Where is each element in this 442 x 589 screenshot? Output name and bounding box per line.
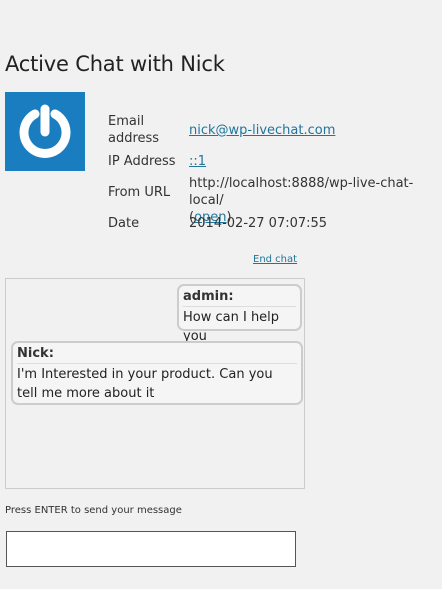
message-sender: Nick: [17, 343, 297, 364]
ip-link[interactable]: ::1 [189, 153, 206, 170]
chat-message-visitor: Nick: I'm Interested in your product. Ca… [11, 341, 303, 405]
message-sender: admin: [183, 286, 296, 307]
email-label: Email address [108, 114, 160, 146]
avatar [5, 92, 85, 171]
power-icon [19, 104, 71, 158]
url-text: http://localhost:8888/wp-live-chat-local… [189, 176, 414, 208]
date-label: Date [108, 216, 140, 231]
url-label: From URL [108, 185, 171, 200]
chat-log[interactable]: admin: How can I help you Nick: I'm Inte… [5, 278, 305, 489]
chat-message-admin: admin: How can I help you [177, 284, 302, 344]
date-value: 2014-02-27 07:07:55 [189, 216, 328, 231]
ip-label: IP Address [108, 154, 176, 169]
message-text: I'm Interested in your product. Can you … [17, 367, 273, 401]
email-link[interactable]: nick@wp-livechat.com [189, 122, 335, 139]
end-chat-link[interactable]: End chat [253, 254, 297, 265]
composer-hint: Press ENTER to send your message [5, 505, 182, 516]
page-title: Active Chat with Nick [5, 52, 225, 76]
message-input[interactable] [6, 531, 296, 567]
